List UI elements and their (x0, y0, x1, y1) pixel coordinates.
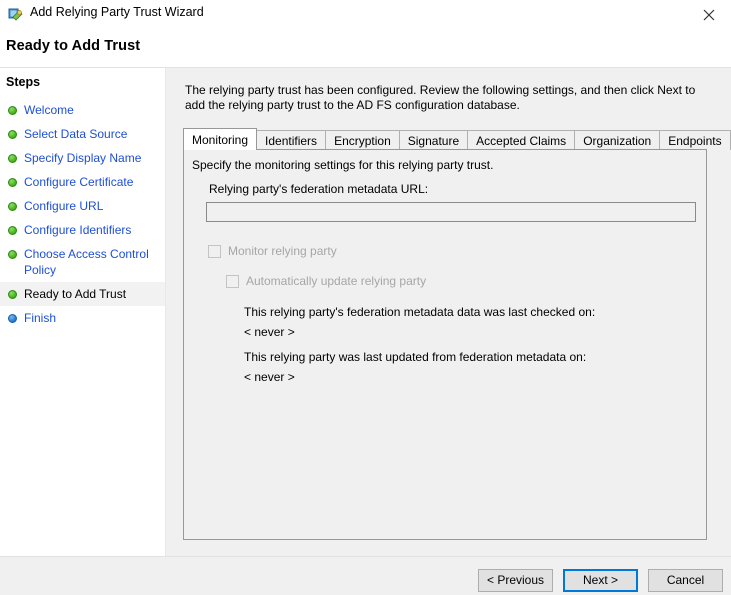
sidebar-item-ready-to-add-trust[interactable]: Ready to Add Trust (0, 282, 165, 306)
federation-metadata-url-label: Relying party's federation metadata URL: (209, 182, 429, 196)
sidebar-item-select-data-source[interactable]: Select Data Source (0, 122, 165, 146)
auto-update-relying-party-label: Automatically update relying party (246, 274, 427, 288)
monitor-relying-party-checkbox[interactable]: Monitor relying party (208, 244, 337, 258)
sidebar-item-label: Finish (24, 311, 57, 325)
tab-accepted-claims[interactable]: Accepted Claims (467, 130, 576, 150)
steps-sidebar: Steps Welcome Select Data Source Specify… (0, 68, 166, 556)
monitor-relying-party-label: Monitor relying party (228, 244, 337, 258)
sidebar-item-configure-identifiers[interactable]: Configure Identifiers (0, 218, 165, 242)
content-pane: The relying party trust has been configu… (166, 68, 731, 556)
close-icon[interactable] (686, 0, 731, 29)
sidebar-item-label: Specify Display Name (24, 151, 142, 165)
step-status-icon (8, 202, 17, 211)
checkbox-icon (208, 244, 221, 258)
tab-strip: Monitoring Identifiers Encryption Signat… (183, 128, 731, 150)
step-status-icon (8, 290, 17, 299)
sidebar-item-configure-url[interactable]: Configure URL (0, 194, 165, 218)
step-status-icon (8, 178, 17, 187)
title-bar: Add Relying Party Trust Wizard (0, 0, 731, 30)
sidebar-item-label: Select Data Source (24, 127, 128, 141)
sidebar-item-label: Configure URL (24, 199, 104, 213)
steps-list: Welcome Select Data Source Specify Displ… (0, 98, 165, 330)
page-title: Ready to Add Trust (6, 38, 141, 54)
step-status-icon (8, 314, 17, 323)
sidebar-item-label: Configure Certificate (24, 175, 134, 189)
dialog-footer: < Previous Next > Cancel (0, 557, 731, 595)
tab-organization[interactable]: Organization (574, 130, 661, 150)
previous-button[interactable]: < Previous (478, 569, 553, 592)
step-status-icon (8, 130, 17, 139)
dialog-body: Steps Welcome Select Data Source Specify… (0, 68, 731, 556)
sidebar-item-welcome[interactable]: Welcome (0, 98, 165, 122)
steps-title: Steps (6, 75, 41, 89)
monitoring-tab-panel: Specify the monitoring settings for this… (183, 149, 707, 540)
sidebar-item-specify-display-name[interactable]: Specify Display Name (0, 146, 165, 170)
step-status-icon (8, 226, 17, 235)
sidebar-item-label: Welcome (24, 103, 74, 117)
window-title: Add Relying Party Trust Wizard (30, 5, 204, 19)
sidebar-item-label: Choose Access Control Policy (24, 247, 149, 277)
auto-update-relying-party-checkbox[interactable]: Automatically update relying party (226, 274, 426, 288)
step-status-icon (8, 250, 17, 259)
sidebar-item-label: Configure Identifiers (24, 223, 132, 237)
wizard-icon (8, 6, 24, 22)
federation-metadata-url-input[interactable] (206, 202, 696, 222)
step-status-icon (8, 154, 17, 163)
tab-monitoring[interactable]: Monitoring (183, 128, 258, 150)
tab-encryption[interactable]: Encryption (325, 130, 400, 150)
last-checked-value: < never > (244, 325, 295, 339)
tab-identifiers[interactable]: Identifiers (256, 130, 327, 150)
cancel-button[interactable]: Cancel (648, 569, 723, 592)
tab-endpoints[interactable]: Endpoints (659, 130, 731, 150)
intro-text: The relying party trust has been configu… (185, 83, 696, 112)
last-checked-label: This relying party's federation metadata… (244, 305, 596, 319)
step-status-icon (8, 106, 17, 115)
settings-tab-control: Monitoring Identifiers Encryption Signat… (183, 128, 731, 540)
sidebar-item-finish[interactable]: Finish (0, 306, 165, 330)
checkbox-icon (226, 274, 239, 288)
sidebar-item-configure-certificate[interactable]: Configure Certificate (0, 170, 165, 194)
last-updated-value: < never > (244, 370, 295, 384)
next-button[interactable]: Next > (563, 569, 638, 592)
tab-signature[interactable]: Signature (398, 130, 469, 150)
sidebar-item-choose-access-control-policy[interactable]: Choose Access Control Policy (0, 242, 165, 282)
last-updated-label: This relying party was last updated from… (244, 350, 587, 364)
monitoring-description: Specify the monitoring settings for this… (192, 158, 494, 172)
sidebar-item-label: Ready to Add Trust (24, 287, 127, 301)
